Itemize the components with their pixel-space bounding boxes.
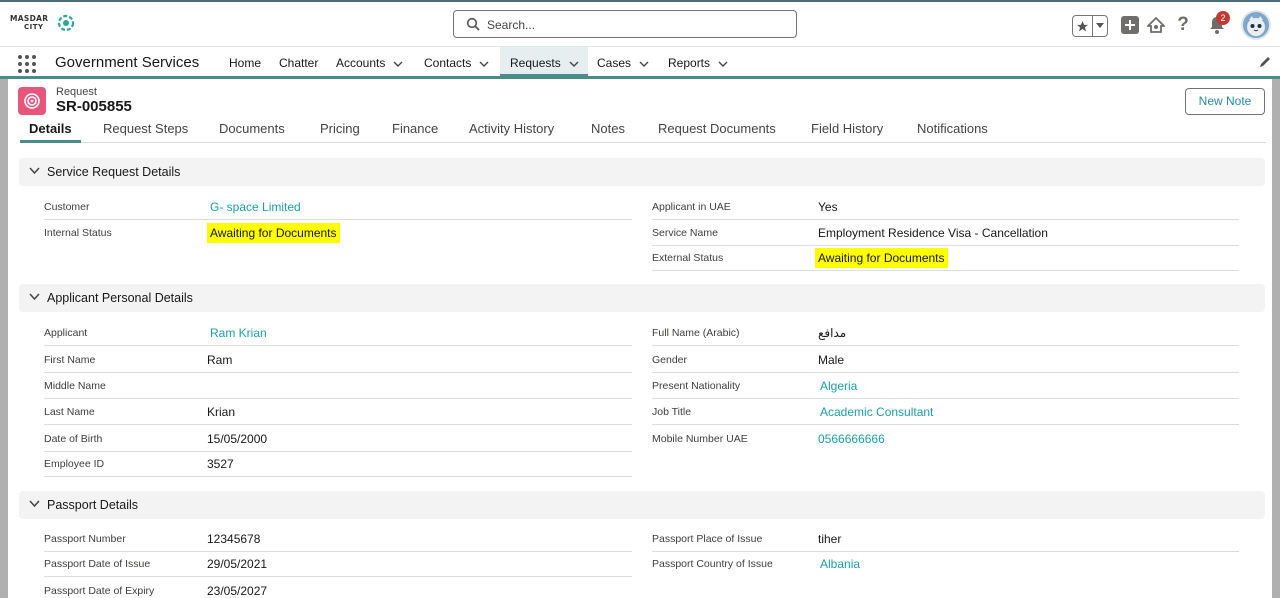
chevron-down-icon (479, 61, 489, 67)
chevron-down-icon (393, 61, 403, 67)
chevron-down-icon (639, 61, 649, 67)
external-status-value: Awaiting for Documents (815, 248, 948, 268)
field-applicant: Applicant Ram Krian (44, 320, 632, 346)
tab-request-documents[interactable]: Request Documents (658, 121, 776, 136)
field-passport-country-of-issue: Passport Country of Issue Albania (652, 557, 861, 571)
favorites-dropdown-icon[interactable] (1093, 16, 1107, 36)
record-tabs: Details Request Steps Documents Pricing … (20, 121, 1266, 143)
record-name: SR-005855 (56, 98, 132, 115)
edit-nav-pencil-icon[interactable] (1259, 55, 1272, 68)
tab-request-steps[interactable]: Request Steps (103, 121, 188, 136)
field-full-name-arabic: Full Name (Arabic) مدافع (652, 320, 1239, 346)
field-passport-date-of-issue: Passport Date of Issue 29/05/2021 (44, 551, 632, 577)
job-title-link[interactable]: Academic Consultant (820, 405, 933, 419)
trailhead-icon[interactable] (1146, 15, 1166, 35)
nationality-link[interactable]: Algeria (820, 379, 857, 393)
field-service-name: Service Name Employment Residence Visa -… (652, 220, 1239, 246)
field-passport-place-of-issue: Passport Place of Issue tiher (652, 526, 1239, 552)
section-title: Passport Details (47, 498, 139, 512)
chevron-down-icon (29, 167, 40, 175)
section-title: Service Request Details (47, 165, 181, 179)
app-navigation-bar: Government Services Home Chatter Account… (0, 46, 1280, 79)
internal-status-value: Awaiting for Documents (207, 223, 340, 243)
field-last-name: Last Name Krian (44, 399, 632, 425)
tab-finance[interactable]: Finance (392, 121, 438, 136)
nav-item-reports[interactable]: Reports (668, 47, 728, 77)
global-search-input[interactable]: Search... (453, 10, 797, 38)
nav-item-cases[interactable]: Cases (597, 47, 649, 77)
chevron-down-icon (29, 500, 40, 508)
tab-notifications[interactable]: Notifications (917, 121, 988, 136)
tab-pricing[interactable]: Pricing (320, 121, 360, 136)
tab-notes[interactable]: Notes (591, 121, 625, 136)
field-customer: Customer G- space Limited (44, 194, 632, 220)
search-placeholder: Search... (487, 18, 536, 32)
record-type-label: Request (56, 86, 97, 98)
help-icon[interactable]: ? (1173, 14, 1193, 35)
masdar-city-logo[interactable]: MASDAR CITY (10, 13, 78, 37)
field-date-of-birth: Date of Birth 15/05/2000 (44, 426, 632, 452)
section-header-applicant[interactable]: Applicant Personal Details (19, 284, 1265, 312)
tab-activity-history[interactable]: Activity History (469, 121, 554, 136)
field-middle-name: Middle Name (44, 373, 632, 399)
logo-text: MASDAR (10, 14, 49, 23)
chevron-down-icon (569, 61, 579, 67)
field-passport-number: Passport Number 12345678 (44, 526, 632, 552)
field-present-nationality: Present Nationality Algeria (652, 373, 1239, 399)
favorites-star-icon[interactable] (1073, 16, 1094, 36)
field-applicant-in-uae: Applicant in UAE Yes (652, 194, 1239, 220)
avatar[interactable] (1241, 10, 1271, 40)
field-job-title: Job Title Academic Consultant (652, 399, 1239, 425)
search-icon (466, 17, 480, 31)
section-title: Applicant Personal Details (47, 291, 193, 305)
field-employee-id: Employee ID 3527 (44, 451, 632, 477)
nav-item-home[interactable]: Home (229, 47, 261, 77)
new-note-button[interactable]: New Note (1185, 88, 1265, 115)
field-mobile-number-uae: Mobile Number UAE 0566666666 (652, 432, 885, 446)
section-header-passport[interactable]: Passport Details (19, 491, 1265, 519)
logo-subtext: CITY (24, 23, 44, 31)
nav-item-contacts[interactable]: Contacts (424, 47, 489, 77)
add-icon[interactable] (1120, 15, 1140, 35)
record-detail-panel: Details Request Steps Documents Pricing … (8, 121, 1272, 598)
customer-link[interactable]: G- space Limited (210, 200, 301, 214)
field-passport-date-of-expiry: Passport Date of Expiry 23/05/2027 (44, 584, 268, 598)
global-header: MASDAR CITY Search... ? 2 (0, 0, 1280, 46)
field-gender: Gender Male (652, 347, 1239, 373)
nav-item-chatter[interactable]: Chatter (279, 47, 318, 77)
tab-details[interactable]: Details (20, 121, 81, 143)
chevron-down-icon (718, 61, 728, 67)
passport-country-link[interactable]: Albania (820, 557, 860, 571)
field-first-name: First Name Ram (44, 347, 632, 373)
logo-mark-icon (57, 14, 75, 32)
field-internal-status: Internal Status Awaiting for Documents (44, 220, 632, 246)
record-header: Request SR-005855 New Note (8, 79, 1272, 121)
app-name: Government Services (55, 54, 200, 71)
tab-field-history[interactable]: Field History (811, 121, 883, 136)
applicant-link[interactable]: Ram Krian (210, 326, 267, 340)
nav-item-requests[interactable]: Requests (500, 47, 588, 77)
tab-documents[interactable]: Documents (219, 121, 285, 136)
app-launcher-icon[interactable] (18, 55, 36, 73)
section-header-service-request[interactable]: Service Request Details (19, 158, 1265, 186)
request-record-icon (18, 87, 46, 115)
nav-item-accounts[interactable]: Accounts (336, 47, 403, 77)
favorites-button[interactable] (1072, 15, 1108, 37)
mobile-number-link[interactable]: 0566666666 (818, 432, 885, 446)
chevron-down-icon (29, 293, 40, 301)
notification-count-badge: 2 (1216, 11, 1230, 25)
field-external-status: External Status Awaiting for Documents (652, 245, 1239, 271)
